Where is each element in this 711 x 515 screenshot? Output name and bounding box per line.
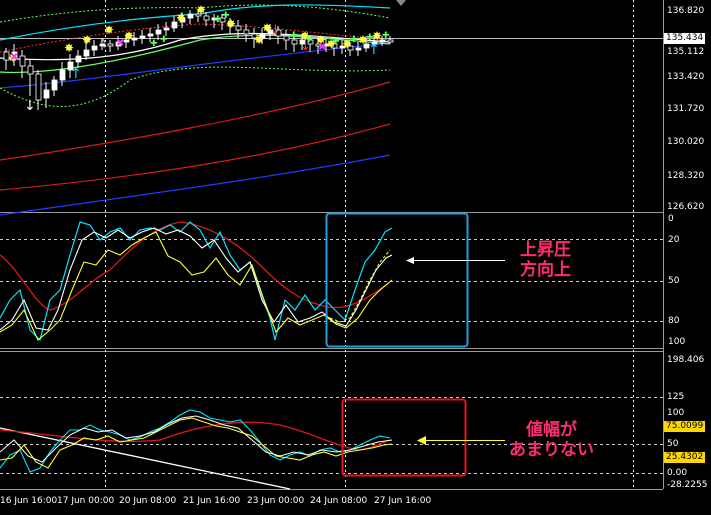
time-label-6: 24 Jun 08:00 bbox=[310, 496, 368, 506]
osc1-tick-0: 0 bbox=[668, 214, 674, 224]
star-marker: ✸ bbox=[196, 3, 206, 17]
green-dot-marker: ✚ bbox=[290, 31, 298, 41]
red-ma-line-2 bbox=[0, 123, 391, 191]
time-label-5: 23 Jun 00:00 bbox=[247, 496, 305, 506]
green-dot-marker: ✚ bbox=[150, 39, 158, 49]
star-marker: ✸ bbox=[254, 33, 264, 47]
green-dot-marker: ✚ bbox=[350, 35, 358, 45]
price-tick-4: 131.720 bbox=[667, 104, 705, 114]
osc1-tick-20: 20 bbox=[668, 235, 680, 245]
oscillator-panel-1 bbox=[0, 212, 505, 348]
candle-body bbox=[51, 79, 58, 91]
candle-body bbox=[107, 43, 114, 47]
osc2-tick-125: 125 bbox=[667, 392, 685, 402]
time-label-1: 16 Jun 16:00 bbox=[0, 496, 58, 506]
down-arrow-marker: ↓ bbox=[300, 39, 311, 54]
candle-body bbox=[83, 49, 90, 57]
candle-body bbox=[163, 27, 170, 31]
osc2-tick-100: 100 bbox=[667, 408, 685, 418]
upper-annotation-line-1: 上昇圧 bbox=[520, 240, 571, 260]
price-tick-7: 126.620 bbox=[667, 202, 705, 212]
osc2-tick-50: 50 bbox=[667, 439, 679, 449]
price-tick-5: 130.020 bbox=[667, 137, 705, 147]
osc2-tick-min: -28.2255 bbox=[667, 480, 708, 490]
green-dot-marker: ✚ bbox=[382, 31, 390, 41]
green-dot-marker: ✚ bbox=[214, 15, 222, 25]
osc2-upper-value-label: 75.0099 bbox=[664, 421, 706, 432]
osc1-yellow-line bbox=[0, 231, 393, 341]
candle-body bbox=[139, 35, 146, 39]
green-dot-marker: ✚ bbox=[222, 11, 230, 21]
lower-annotation-line-2: あまりない bbox=[509, 440, 594, 460]
green-dotted-band-upper bbox=[0, 4, 391, 23]
candle-body bbox=[75, 55, 82, 63]
green-dotted-band-lower bbox=[0, 66, 391, 107]
upper-annotation-line-2: 方向上 bbox=[520, 260, 571, 280]
osc1-tick-50: 50 bbox=[668, 276, 680, 286]
osc1-white-line bbox=[0, 227, 393, 331]
candle-body bbox=[187, 13, 194, 19]
price-tick-2: 135.112 bbox=[667, 47, 705, 57]
osc2-lower-value-label: 25.4302 bbox=[664, 452, 706, 463]
up-arrow-marker: ↑ bbox=[368, 42, 380, 58]
time-label-2: 17 Jun 00:00 bbox=[57, 496, 115, 506]
candle-body bbox=[59, 69, 66, 81]
star-marker: ✸ bbox=[82, 33, 92, 47]
candle-body bbox=[235, 25, 242, 31]
star-marker: ✸ bbox=[176, 11, 186, 25]
lower-highlight-box bbox=[341, 398, 467, 477]
price-tick-3: 133.420 bbox=[667, 72, 705, 82]
candle-body bbox=[35, 73, 42, 101]
candle-body bbox=[243, 29, 250, 35]
candle-body bbox=[91, 45, 98, 51]
star-marker: ✸ bbox=[104, 23, 114, 37]
price-tick-1: 136.820 bbox=[667, 6, 705, 16]
green-dot-marker: ✚ bbox=[160, 35, 168, 45]
green-dot-marker: ✚ bbox=[332, 37, 340, 47]
candle-body bbox=[147, 33, 154, 37]
red-ma-line-1 bbox=[0, 81, 391, 161]
white-down-arrow-marker: ↓ bbox=[24, 98, 36, 114]
upper-arrow-head bbox=[406, 257, 414, 264]
time-label-3: 20 Jun 08:00 bbox=[119, 496, 177, 506]
candle-body bbox=[19, 55, 26, 67]
lower-annotation: 値幅が あまりない bbox=[509, 420, 594, 460]
osc1-tick-100: 100 bbox=[668, 337, 686, 347]
trading-chart[interactable]: ✸ ✸ ✸ ✸ ✸ ✸ ✸ ✸ ✸ ✸ ✸ ✸ ✸ ✸ ✸ ✸ ✚ ✚ ✚ ✚ ✚ ✚ ✚ ✚ ✚ ✚ ✖ ✖ ✖ ↑ ↑ ↓ ↓ ↓ ⇑ bbox=[0, 0, 711, 511]
osc1-red-line bbox=[0, 221, 391, 311]
osc2-tick-0: 0.00 bbox=[667, 468, 688, 478]
candle-body bbox=[155, 29, 162, 35]
chart-shift-marker[interactable] bbox=[396, 0, 406, 6]
pink-marker: ✖ bbox=[318, 42, 326, 53]
chart-canvas[interactable]: ✸✸✸✸ ✸✸✸✸✸✸✸ ✸ ✸ ✸ ✸ ✸✚ ✚✚ ✚✚ ✚ ✚ ✚ ✚ ✚✖ ✖✖↑↑↓↓↓⇑ bbox=[0, 0, 711, 511]
lower-annotation-line-1: 値幅が bbox=[526, 420, 577, 440]
candle-body bbox=[283, 35, 290, 41]
blue-ma-line-2 bbox=[0, 154, 391, 216]
time-label-4: 21 Jun 16:00 bbox=[183, 496, 241, 506]
osc1-yellow-signal-line bbox=[329, 249, 391, 323]
up-arrow-marker: ↑ bbox=[70, 66, 82, 82]
pink-marker: ✖ bbox=[116, 38, 124, 49]
star-marker: ✸ bbox=[64, 41, 74, 55]
down-arrow-marker: ↓ bbox=[270, 23, 281, 38]
upper-annotation: 上昇圧 方向上 bbox=[520, 240, 571, 280]
star-marker: ✸ bbox=[124, 29, 134, 43]
osc1-tick-80: 80 bbox=[668, 316, 680, 326]
price-tick-6: 128.320 bbox=[667, 171, 705, 181]
white-up-arrow-marker: ⇑ bbox=[98, 37, 108, 51]
lower-arrow-head bbox=[417, 436, 426, 445]
pink-marker: ✖ bbox=[10, 52, 18, 63]
candle-body bbox=[27, 65, 34, 75]
candle-body bbox=[355, 47, 362, 51]
osc2-tick-max: 198.406 bbox=[667, 355, 705, 365]
current-price-label: 135.434 bbox=[664, 33, 706, 44]
candle-body bbox=[43, 89, 50, 99]
time-label-7: 27 Jun 16:00 bbox=[374, 496, 432, 506]
price-panel: ✸✸✸✸ ✸✸✸✸✸✸✸ ✸ ✸ ✸ ✸ ✸✚ ✚✚ ✚✚ ✚ ✚ ✚ ✚ ✚✖ ✖✖↑↑↓↓↓⇑ bbox=[0, 3, 394, 216]
